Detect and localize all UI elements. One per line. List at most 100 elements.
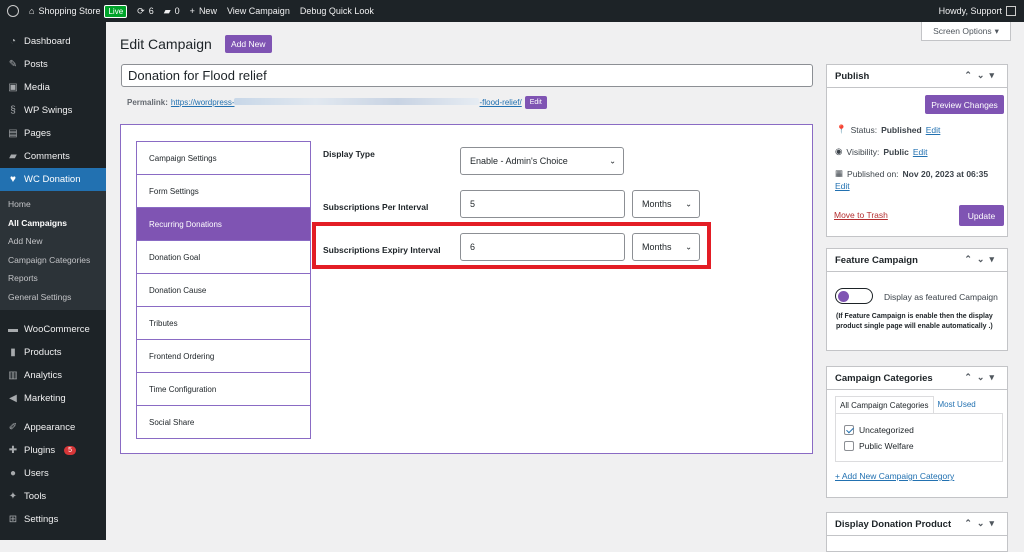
box-controls-icon[interactable]: ⌃⌄▾ — [964, 254, 999, 265]
account-menu[interactable]: Howdy, Support — [939, 0, 1016, 22]
publish-box-header[interactable]: Publish ⌃⌄▾ — [827, 65, 1007, 88]
box-controls-icon[interactable]: ⌃⌄▾ — [964, 372, 999, 383]
visibility-row: ◉ Visibility: Public Edit — [835, 146, 928, 157]
wordpress-logo-icon[interactable] — [7, 5, 19, 17]
published-on-row: ▦ Published on: Nov 20, 2023 at 06:35 — [835, 168, 989, 179]
toggle-knob — [838, 290, 849, 302]
preview-changes-button[interactable]: Preview Changes — [925, 95, 1004, 114]
tab-time-configuration[interactable]: Time Configuration — [137, 373, 310, 406]
screen-options-button[interactable]: Screen Options ▾ — [921, 22, 1011, 41]
sidebar-item-appearance[interactable]: ✐ Appearance — [0, 416, 106, 439]
submenu-item-reports[interactable]: Reports — [0, 269, 106, 288]
permalink-edit-button[interactable]: Edit — [524, 96, 547, 109]
chevron-down-icon: ⌄ — [609, 156, 616, 166]
sidebar-item-pages[interactable]: ▤ Pages — [0, 122, 106, 145]
tab-campaign-settings[interactable]: Campaign Settings — [137, 142, 310, 175]
tab-most-used[interactable]: Most Used — [934, 396, 980, 414]
sidebar-item-media[interactable]: ▣ Media — [0, 76, 106, 99]
checkbox[interactable] — [844, 425, 854, 435]
sidebar-item-plugins[interactable]: ✚ Plugins 5 — [0, 439, 106, 462]
feature-note: (If Feature Campaign is enable then the … — [836, 313, 993, 330]
updates-link[interactable]: ⟳ 6 — [137, 6, 154, 17]
dashboard-icon: ◔ — [9, 35, 17, 47]
tab-social-share[interactable]: Social Share — [137, 406, 310, 439]
sidebar-item-label: Pages — [24, 128, 51, 139]
caret-down-icon: ▾ — [994, 25, 999, 36]
tab-recurring-donations[interactable]: Recurring Donations — [137, 208, 310, 241]
users-icon: ● — [9, 467, 17, 479]
live-badge: Live — [104, 4, 128, 18]
sidebar-item-users[interactable]: ● Users — [0, 462, 106, 485]
home-icon: ⌂ — [29, 6, 35, 16]
plus-icon: + — [189, 6, 195, 16]
view-campaign-link[interactable]: View Campaign — [227, 6, 290, 16]
sidebar-item-dashboard[interactable]: ◔ Dashboard — [0, 30, 106, 53]
eye-icon: ◉ — [835, 146, 843, 156]
sidebar-item-comments[interactable]: ▰ Comments — [0, 145, 106, 168]
sidebar-item-posts[interactable]: ✎ Posts — [0, 53, 106, 76]
display-type-select[interactable]: Enable - Admin's Choice ⌄ — [460, 147, 624, 175]
highlight-box — [312, 222, 711, 269]
submenu-item-all-campaigns[interactable]: All Campaigns — [0, 214, 106, 233]
checkbox[interactable] — [844, 441, 854, 451]
sidebar-item-label: Dashboard — [24, 36, 71, 47]
subs-per-interval-label: Subscriptions Per Interval — [323, 202, 429, 212]
move-to-trash-link[interactable]: Move to Trash — [834, 210, 888, 220]
wc-donation-submenu: Home All Campaigns Add New Campaign Categor… — [0, 191, 106, 310]
brush-icon: ✐ — [8, 421, 18, 433]
submenu-item-add-new[interactable]: Add New — [0, 232, 106, 251]
megaphone-icon: ◀ — [9, 392, 17, 404]
admin-sidebar: ◔ Dashboard ✎ Posts ▣ Media § WP Swings ▤ Pages ▰ C… — [0, 22, 106, 540]
tab-tributes[interactable]: Tributes — [137, 307, 310, 340]
sidebar-item-woocommerce[interactable]: ▬ WooCommerce — [0, 318, 106, 341]
comment-icon: ▰ — [163, 5, 171, 16]
sidebar-item-label: Plugins — [24, 445, 56, 456]
tab-all-categories[interactable]: All Campaign Categories — [835, 396, 934, 414]
sidebar-item-wp-swings[interactable]: § WP Swings — [0, 99, 106, 122]
sidebar-item-label: Analytics — [24, 370, 63, 381]
site-name-link[interactable]: ⌂ Shopping Store Live — [29, 4, 128, 18]
add-new-category-link[interactable]: + Add New Campaign Category — [835, 471, 954, 481]
box-controls-icon[interactable]: ⌃⌄▾ — [964, 70, 999, 81]
sidebar-item-label: Settings — [24, 514, 59, 525]
comment-icon: ▰ — [9, 150, 17, 162]
permalink-link[interactable]: https://wordpress- -flood-relief/ — [171, 98, 522, 107]
tab-form-settings[interactable]: Form Settings — [137, 175, 310, 208]
subs-per-interval-unit-select[interactable]: Months ⌄ — [632, 190, 700, 218]
submenu-item-home[interactable]: Home — [0, 195, 106, 214]
published-edit-row: Edit — [835, 181, 850, 191]
submenu-item-general-settings[interactable]: General Settings — [0, 288, 106, 307]
sidebar-item-tools[interactable]: ✦ Tools — [0, 485, 106, 508]
display-donation-product-header[interactable]: Display Donation Product ⌃⌄▾ — [827, 513, 1007, 536]
post-title-input[interactable]: Donation for Flood relief — [121, 64, 813, 87]
category-checkbox-uncategorized[interactable]: Uncategorized — [844, 425, 914, 435]
sidebar-item-wc-donation[interactable]: ♥ WC Donation — [0, 168, 106, 191]
featured-toggle[interactable] — [835, 288, 873, 304]
tab-frontend-ordering[interactable]: Frontend Ordering — [137, 340, 310, 373]
chevron-down-icon: ⌄ — [685, 199, 692, 209]
feature-campaign-header[interactable]: Feature Campaign ⌃⌄▾ — [827, 249, 1007, 272]
category-checkbox-public-welfare[interactable]: Public Welfare — [844, 441, 914, 451]
sidebar-item-analytics[interactable]: ▥ Analytics — [0, 364, 106, 387]
sidebar-item-marketing[interactable]: ◀ Marketing — [0, 387, 106, 410]
box-controls-icon[interactable]: ⌃⌄▾ — [964, 518, 999, 529]
published-edit-link[interactable]: Edit — [835, 181, 850, 191]
sidebar-item-label: Users — [24, 468, 49, 479]
campaign-categories-header[interactable]: Campaign Categories ⌃⌄▾ — [827, 367, 1007, 390]
tab-donation-cause[interactable]: Donation Cause — [137, 274, 310, 307]
status-edit-link[interactable]: Edit — [926, 125, 941, 135]
calendar-icon: ▦ — [835, 168, 844, 178]
tab-donation-goal[interactable]: Donation Goal — [137, 241, 310, 274]
sidebar-item-products[interactable]: ▮ Products — [0, 341, 106, 364]
new-content-link[interactable]: + New — [190, 6, 217, 16]
sidebar-item-settings[interactable]: ⊞ Settings — [0, 508, 106, 531]
subs-per-interval-input[interactable]: 5 — [460, 190, 625, 218]
display-donation-product-box: Display Donation Product ⌃⌄▾ — [826, 512, 1008, 552]
comments-link[interactable]: ▰ 0 — [164, 6, 180, 17]
update-button[interactable]: Update — [959, 205, 1004, 226]
blurred-url — [234, 98, 480, 105]
visibility-edit-link[interactable]: Edit — [913, 147, 928, 157]
submenu-item-campaign-categories[interactable]: Campaign Categories — [0, 251, 106, 270]
add-new-button[interactable]: Add New — [225, 35, 272, 53]
debug-link[interactable]: Debug Quick Look — [300, 6, 374, 16]
